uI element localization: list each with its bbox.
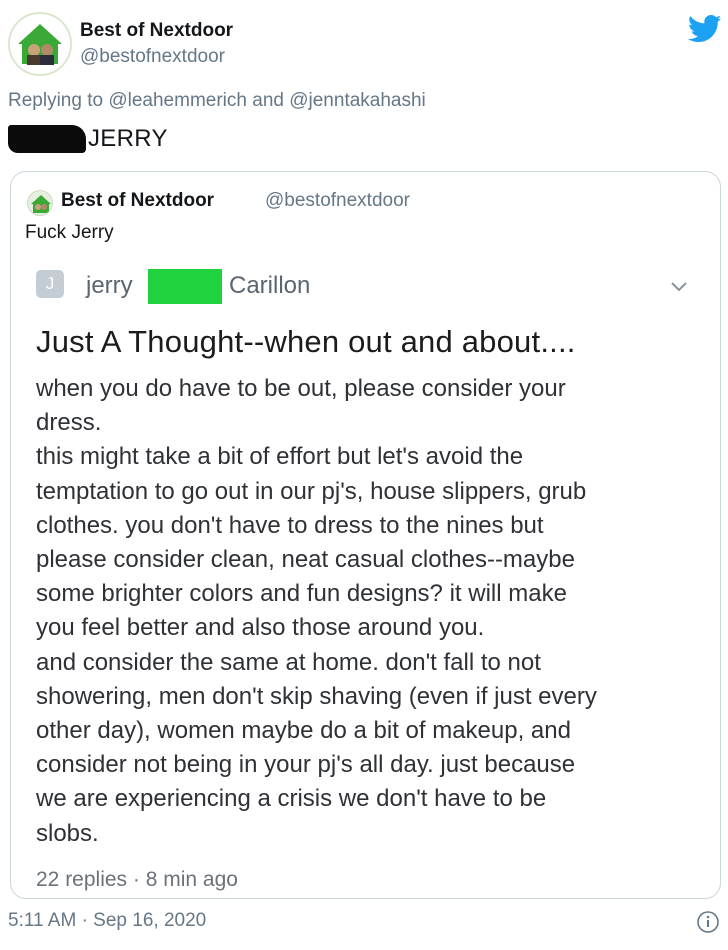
green-redaction-box [148,269,222,304]
tweet-text: JERRY [8,122,168,156]
post-body-line: clothes. you don't have to dress to the … [36,511,544,539]
post-body-line: dress. [36,409,102,437]
poster-last-name: Carillon [229,272,311,299]
quoted-tweet-card[interactable]: Best of Nextdoor @bestofnextdoor Fuck Je… [10,171,721,899]
quoted-author-handle: @bestofnextdoor [265,190,410,211]
poster-avatar: J [36,270,64,298]
nextdoor-post-image: J jerry Carillon Just A Thought--when ou… [11,254,720,894]
post-body-line: you feel better and also those around yo… [36,614,485,642]
quoted-author-avatar [27,190,53,216]
quoted-author-name: Best of Nextdoor [61,190,215,211]
post-body-line: please consider clean, neat casual cloth… [36,546,575,574]
redaction-scribble [8,125,86,153]
mention-link[interactable]: @leahemmerich [108,90,247,111]
tweet-text-word: JERRY [88,125,168,152]
tweet-timestamp[interactable]: 5:11 AM · Sep 16, 2020 [8,910,206,932]
quoted-tweet-text: Fuck Jerry [25,222,114,243]
author-handle[interactable]: @bestofnextdoor [80,46,225,68]
replying-prefix: Replying to [8,90,104,111]
post-body-line: showering, men don't skip shaving (even … [36,682,597,710]
post-body-line: temptation to go out in our pj's, house … [36,477,587,505]
replying-to-line: Replying to @leahemmerich and @jenntakah… [8,90,426,112]
post-body-line: other day), women maybe do a bit of make… [36,717,571,745]
mention-link[interactable]: @jenntakahashi [289,90,426,111]
tweet-header: Best of Nextdoor @bestofnextdoor [8,10,722,80]
post-body-line: some brighter colors and fun designs? it… [36,580,567,608]
author-name[interactable]: Best of Nextdoor [80,20,233,42]
post-body: when you do have to be out, please consi… [36,372,706,851]
post-body-line: we are experiencing a crisis we don't ha… [36,785,547,813]
replying-joiner: and [252,90,284,111]
post-body-line: and consider the same at home. don't fal… [36,648,541,676]
post-body-line: consider not being in your pj's all day.… [36,751,576,779]
post-body-line: this might take a bit of effort but let'… [36,443,524,471]
info-icon[interactable] [696,910,720,934]
post-body-line: slobs. [36,819,99,847]
author-avatar[interactable] [8,12,72,76]
chevron-down-icon [670,280,688,292]
post-meta: 22 replies · 8 min ago [36,868,238,891]
post-title: Just A Thought--when out and about.... [36,324,576,359]
post-body-line: when you do have to be out, please consi… [36,375,566,402]
twitter-bird-icon[interactable] [687,14,722,44]
poster-first-name: jerry [86,272,133,299]
